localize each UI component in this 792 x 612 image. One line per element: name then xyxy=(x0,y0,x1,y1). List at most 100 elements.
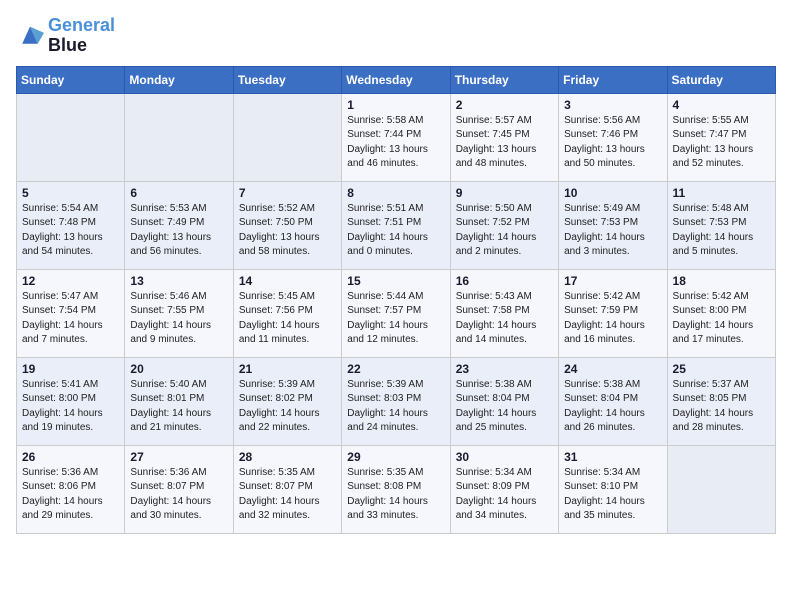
day-number: 8 xyxy=(347,186,444,200)
cell-info: Sunrise: 5:45 AMSunset: 7:56 PMDaylight:… xyxy=(239,290,336,348)
calendar-week-row: 26 Sunrise: 5:36 AMSunset: 8:06 PMDayligh… xyxy=(17,445,776,533)
calendar-week-row: 12 Sunrise: 5:47 AMSunset: 7:54 PMDayligh… xyxy=(17,269,776,357)
cell-info: Sunrise: 5:57 AMSunset: 7:45 PMDaylight:… xyxy=(456,114,553,172)
weekday-header: Sunday xyxy=(17,66,125,93)
calendar-table: SundayMondayTuesdayWednesdayThursdayFrid… xyxy=(16,66,776,534)
logo-text: General Blue xyxy=(48,16,115,56)
cell-info: Sunrise: 5:44 AMSunset: 7:57 PMDaylight:… xyxy=(347,290,444,348)
day-number: 15 xyxy=(347,274,444,288)
cell-info: Sunrise: 5:47 AMSunset: 7:54 PMDaylight:… xyxy=(22,290,119,348)
calendar-cell: 9 Sunrise: 5:50 AMSunset: 7:52 PMDaylight… xyxy=(450,181,558,269)
day-number: 16 xyxy=(456,274,553,288)
calendar-cell: 2 Sunrise: 5:57 AMSunset: 7:45 PMDaylight… xyxy=(450,93,558,181)
calendar-cell: 1 Sunrise: 5:58 AMSunset: 7:44 PMDaylight… xyxy=(342,93,450,181)
cell-info: Sunrise: 5:37 AMSunset: 8:05 PMDaylight:… xyxy=(673,378,770,436)
day-number: 31 xyxy=(564,450,661,464)
calendar-cell xyxy=(667,445,775,533)
calendar-cell: 16Sunrise: 5:43 AMSunset: 7:58 PMDayligh… xyxy=(450,269,558,357)
cell-info: Sunrise: 5:36 AMSunset: 8:07 PMDaylight:… xyxy=(130,466,227,524)
cell-info: Sunrise: 5:54 AMSunset: 7:48 PMDaylight:… xyxy=(22,202,119,260)
weekday-header: Monday xyxy=(125,66,233,93)
calendar-cell xyxy=(233,93,341,181)
calendar-cell: 11 Sunrise: 5:48 AMSunset: 7:53 PMDayligh… xyxy=(667,181,775,269)
day-number: 20 xyxy=(130,362,227,376)
cell-info: Sunrise: 5:55 AMSunset: 7:47 PMDaylight:… xyxy=(673,114,770,172)
calendar-cell xyxy=(17,93,125,181)
calendar-cell: 22 Sunrise: 5:39 AMSunset: 8:03 PMDayligh… xyxy=(342,357,450,445)
calendar-cell: 18 Sunrise: 5:42 AMSunset: 8:00 PMDayligh… xyxy=(667,269,775,357)
day-number: 30 xyxy=(456,450,553,464)
cell-info: Sunrise: 5:48 AMSunset: 7:53 PMDaylight:… xyxy=(673,202,770,260)
logo: General Blue xyxy=(16,16,115,56)
weekday-header: Saturday xyxy=(667,66,775,93)
calendar-cell xyxy=(125,93,233,181)
cell-info: Sunrise: 5:52 AMSunset: 7:50 PMDaylight:… xyxy=(239,202,336,260)
calendar-week-row: 5Sunrise: 5:54 AMSunset: 7:48 PMDaylight… xyxy=(17,181,776,269)
weekday-header: Tuesday xyxy=(233,66,341,93)
day-number: 18 xyxy=(673,274,770,288)
day-number: 27 xyxy=(130,450,227,464)
calendar-week-row: 1 Sunrise: 5:58 AMSunset: 7:44 PMDaylight… xyxy=(17,93,776,181)
day-number: 17 xyxy=(564,274,661,288)
day-number: 2 xyxy=(456,98,553,112)
day-number: 12 xyxy=(22,274,119,288)
calendar-cell: 7 Sunrise: 5:52 AMSunset: 7:50 PMDaylight… xyxy=(233,181,341,269)
cell-info: Sunrise: 5:35 AMSunset: 8:08 PMDaylight:… xyxy=(347,466,444,524)
cell-info: Sunrise: 5:41 AMSunset: 8:00 PMDaylight:… xyxy=(22,378,119,436)
day-number: 9 xyxy=(456,186,553,200)
calendar-cell: 19Sunrise: 5:41 AMSunset: 8:00 PMDayligh… xyxy=(17,357,125,445)
cell-info: Sunrise: 5:36 AMSunset: 8:06 PMDaylight:… xyxy=(22,466,119,524)
calendar-cell: 14 Sunrise: 5:45 AMSunset: 7:56 PMDayligh… xyxy=(233,269,341,357)
cell-info: Sunrise: 5:34 AMSunset: 8:10 PMDaylight:… xyxy=(564,466,661,524)
calendar-cell: 5Sunrise: 5:54 AMSunset: 7:48 PMDaylight… xyxy=(17,181,125,269)
calendar-week-row: 19Sunrise: 5:41 AMSunset: 8:00 PMDayligh… xyxy=(17,357,776,445)
cell-info: Sunrise: 5:42 AMSunset: 8:00 PMDaylight:… xyxy=(673,290,770,348)
day-number: 11 xyxy=(673,186,770,200)
calendar-cell: 23 Sunrise: 5:38 AMSunset: 8:04 PMDayligh… xyxy=(450,357,558,445)
calendar-cell: 29 Sunrise: 5:35 AMSunset: 8:08 PMDayligh… xyxy=(342,445,450,533)
weekday-header: Thursday xyxy=(450,66,558,93)
calendar-cell: 17 Sunrise: 5:42 AMSunset: 7:59 PMDayligh… xyxy=(559,269,667,357)
cell-info: Sunrise: 5:40 AMSunset: 8:01 PMDaylight:… xyxy=(130,378,227,436)
day-number: 1 xyxy=(347,98,444,112)
calendar-cell: 8 Sunrise: 5:51 AMSunset: 7:51 PMDaylight… xyxy=(342,181,450,269)
day-number: 29 xyxy=(347,450,444,464)
page-header: General Blue xyxy=(16,16,776,56)
cell-info: Sunrise: 5:42 AMSunset: 7:59 PMDaylight:… xyxy=(564,290,661,348)
cell-info: Sunrise: 5:51 AMSunset: 7:51 PMDaylight:… xyxy=(347,202,444,260)
cell-info: Sunrise: 5:38 AMSunset: 8:04 PMDaylight:… xyxy=(456,378,553,436)
calendar-cell: 21 Sunrise: 5:39 AMSunset: 8:02 PMDayligh… xyxy=(233,357,341,445)
day-number: 22 xyxy=(347,362,444,376)
calendar-header: SundayMondayTuesdayWednesdayThursdayFrid… xyxy=(17,66,776,93)
calendar-cell: 20 Sunrise: 5:40 AMSunset: 8:01 PMDayligh… xyxy=(125,357,233,445)
day-number: 13 xyxy=(130,274,227,288)
calendar-cell: 27 Sunrise: 5:36 AMSunset: 8:07 PMDayligh… xyxy=(125,445,233,533)
cell-info: Sunrise: 5:49 AMSunset: 7:53 PMDaylight:… xyxy=(564,202,661,260)
cell-info: Sunrise: 5:46 AMSunset: 7:55 PMDaylight:… xyxy=(130,290,227,348)
cell-info: Sunrise: 5:56 AMSunset: 7:46 PMDaylight:… xyxy=(564,114,661,172)
day-number: 6 xyxy=(130,186,227,200)
cell-info: Sunrise: 5:58 AMSunset: 7:44 PMDaylight:… xyxy=(347,114,444,172)
cell-info: Sunrise: 5:53 AMSunset: 7:49 PMDaylight:… xyxy=(130,202,227,260)
day-number: 23 xyxy=(456,362,553,376)
weekday-header: Friday xyxy=(559,66,667,93)
cell-info: Sunrise: 5:50 AMSunset: 7:52 PMDaylight:… xyxy=(456,202,553,260)
day-number: 4 xyxy=(673,98,770,112)
cell-info: Sunrise: 5:39 AMSunset: 8:02 PMDaylight:… xyxy=(239,378,336,436)
calendar-cell: 3Sunrise: 5:56 AMSunset: 7:46 PMDaylight… xyxy=(559,93,667,181)
cell-info: Sunrise: 5:35 AMSunset: 8:07 PMDaylight:… xyxy=(239,466,336,524)
calendar-cell: 25 Sunrise: 5:37 AMSunset: 8:05 PMDayligh… xyxy=(667,357,775,445)
cell-info: Sunrise: 5:38 AMSunset: 8:04 PMDaylight:… xyxy=(564,378,661,436)
calendar-cell: 31 Sunrise: 5:34 AMSunset: 8:10 PMDayligh… xyxy=(559,445,667,533)
day-number: 7 xyxy=(239,186,336,200)
day-number: 25 xyxy=(673,362,770,376)
day-number: 26 xyxy=(22,450,119,464)
calendar-cell: 12 Sunrise: 5:47 AMSunset: 7:54 PMDayligh… xyxy=(17,269,125,357)
day-number: 21 xyxy=(239,362,336,376)
calendar-cell: 6 Sunrise: 5:53 AMSunset: 7:49 PMDaylight… xyxy=(125,181,233,269)
calendar-cell: 4 Sunrise: 5:55 AMSunset: 7:47 PMDaylight… xyxy=(667,93,775,181)
calendar-cell: 10Sunrise: 5:49 AMSunset: 7:53 PMDayligh… xyxy=(559,181,667,269)
weekday-header: Wednesday xyxy=(342,66,450,93)
day-number: 14 xyxy=(239,274,336,288)
cell-info: Sunrise: 5:39 AMSunset: 8:03 PMDaylight:… xyxy=(347,378,444,436)
